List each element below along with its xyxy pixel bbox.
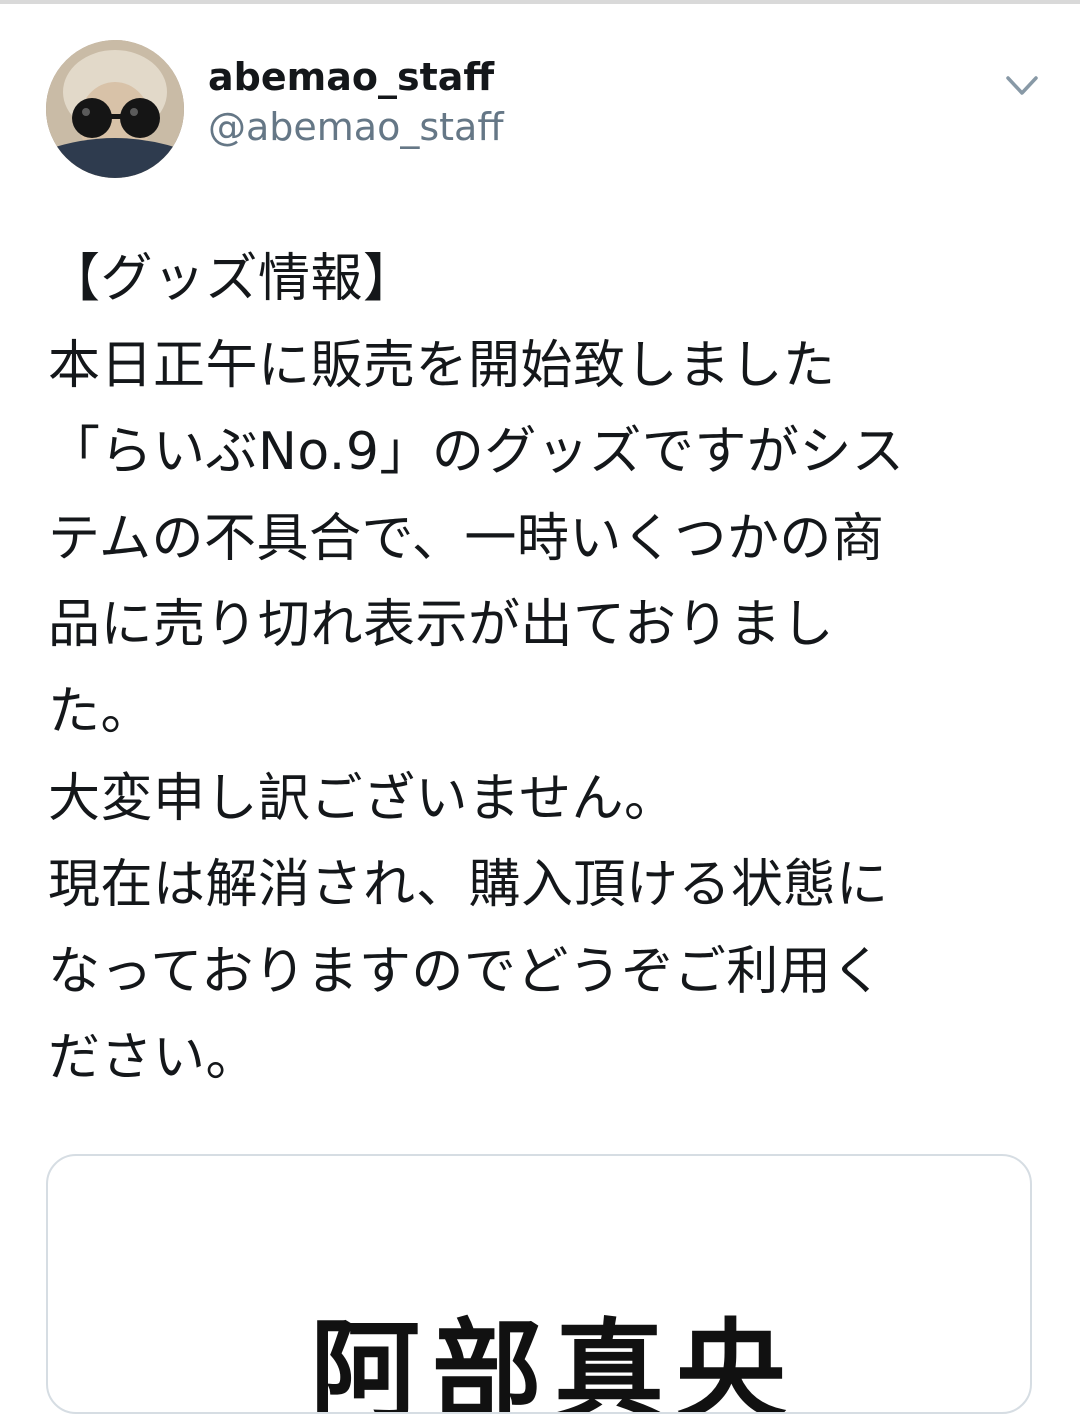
tweet-line: 【グッズ情報】 <box>48 249 416 309</box>
author-handle[interactable]: @abemao_staff <box>208 102 504 152</box>
avatar[interactable] <box>46 40 184 178</box>
tweet-line: 大変申し訳ございません。 <box>48 768 677 829</box>
author-display-name[interactable]: abemao_staff <box>208 52 494 102</box>
tweet-text: 【グッズ情報】 本日正午に販売を開始致しました 「らいぶNo.9」のグッズですが… <box>48 236 1028 1102</box>
link-card[interactable]: 阿部真央 <box>46 1154 1032 1414</box>
tweet-line: た。 <box>48 681 154 742</box>
tweet-line: なっておりますのでどうぞご利用く <box>48 941 884 1002</box>
card-title: 阿部真央 <box>310 1308 798 1414</box>
chevron-down-icon[interactable] <box>1000 64 1044 108</box>
tweet-line: 本日正午に販売を開始致しました <box>48 335 836 396</box>
tweet-line: 品に売り切れ表示が出ておりまし <box>48 595 834 656</box>
tweet-line: ださい。 <box>48 1028 259 1089</box>
top-divider <box>0 0 1080 4</box>
tweet-line: テムの不具合で、一時いくつかの商 <box>48 508 885 569</box>
tweet-line: 「らいぶNo.9」のグッズですがシス <box>48 422 905 483</box>
tweet-line: 現在は解消され、購入頂ける状態に <box>48 855 889 916</box>
